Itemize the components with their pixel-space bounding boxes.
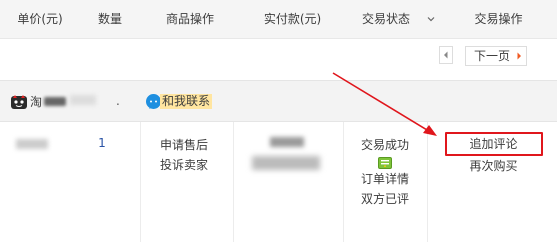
redacted-shop-name (44, 97, 66, 106)
shop-name[interactable]: 淘 (30, 93, 42, 110)
item-actions: 申请售后 投诉卖家 (140, 135, 228, 175)
pager-next-button[interactable]: 下一页 (465, 46, 527, 66)
pager-prev-button[interactable] (439, 46, 453, 64)
pager-next-label: 下一页 (474, 49, 511, 63)
order-detail-icon[interactable] (378, 157, 392, 169)
column-divider (233, 122, 234, 242)
caret-right-icon (517, 52, 521, 60)
redacted-paid-amount (270, 137, 304, 147)
contact-seller-label: 和我联系 (160, 94, 213, 109)
column-header-trade-actions: 交易操作 (474, 12, 523, 26)
order-header: 淘 . 和我联系 (0, 80, 557, 122)
buy-again-link[interactable]: 再次购买 (430, 156, 557, 176)
redacted-shipping-info (252, 156, 320, 170)
order-detail-link[interactable]: 订单详情 (345, 169, 425, 189)
table-header: 单价(元) 数量 商品操作 实付款(元) 交易状态 交易操作 (0, 0, 557, 39)
redacted-shop-name-extra (70, 95, 96, 105)
column-header-quantity: 数量 (97, 12, 122, 26)
column-header-price: 单价(元) (17, 12, 63, 26)
trade-actions: 追加评论 再次购买 (430, 132, 557, 176)
column-header-item-actions: 商品操作 (165, 12, 214, 26)
trade-status: 交易成功 订单详情 双方已评 (345, 135, 425, 209)
both-reviewed-link[interactable]: 双方已评 (345, 189, 425, 209)
item-quantity: 1 (98, 136, 106, 150)
request-after-sales-link[interactable]: 申请售后 (140, 135, 228, 155)
column-header-status: 交易状态 (361, 12, 410, 26)
shop-logo-icon (11, 95, 27, 109)
column-divider (427, 122, 428, 242)
separator-dot: . (116, 94, 120, 108)
caret-left-icon (444, 51, 448, 59)
complain-seller-link[interactable]: 投诉卖家 (140, 155, 228, 175)
redacted-unit-price (16, 139, 48, 149)
trade-status-text: 交易成功 (360, 138, 409, 152)
chevron-down-icon[interactable] (426, 14, 436, 24)
append-review-button[interactable]: 追加评论 (444, 132, 543, 156)
column-header-paid: 实付款(元) (263, 12, 322, 26)
column-divider (343, 122, 344, 242)
